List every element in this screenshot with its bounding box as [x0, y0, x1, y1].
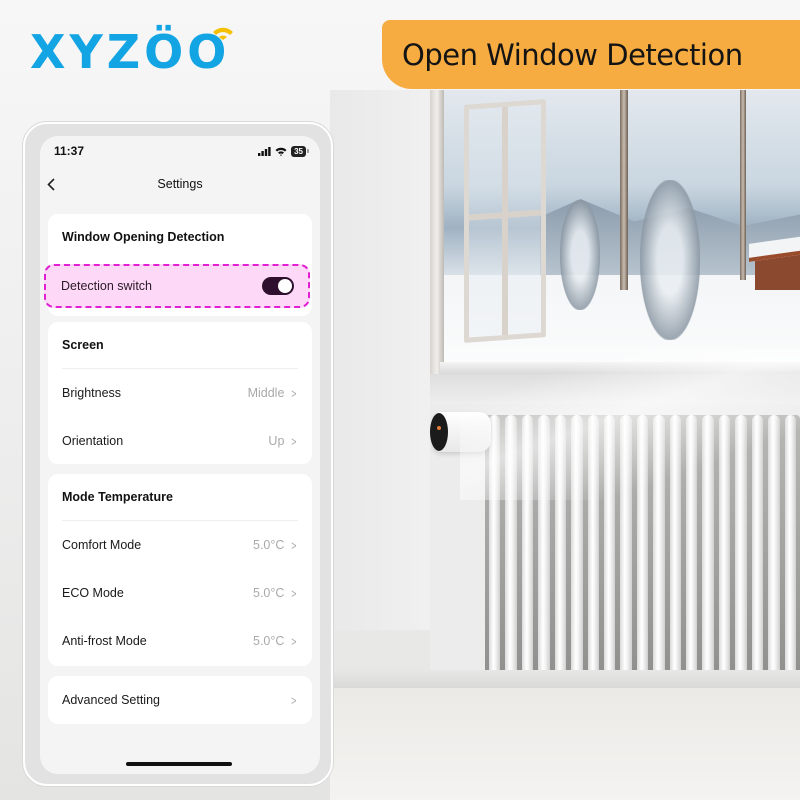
row-label: Brightness	[62, 386, 122, 400]
skirting-board	[330, 670, 800, 688]
chevron-right-icon: >	[291, 537, 297, 553]
tree-trunk	[740, 90, 746, 280]
detection-switch-row[interactable]: Detection switch	[44, 264, 310, 308]
eco-mode-row[interactable]: ECO Mode 5.0°C >	[48, 569, 312, 617]
phone-frame: 11:37 35 Settings Window Opening Detecti…	[23, 122, 333, 786]
toggle-knob	[278, 279, 292, 293]
orientation-row[interactable]: Orientation Up >	[48, 417, 312, 465]
cellular-signal-icon	[258, 146, 271, 156]
chevron-left-icon	[47, 177, 55, 191]
brightness-row[interactable]: Brightness Middle >	[48, 369, 312, 417]
row-value: Middle	[247, 386, 285, 400]
advanced-setting-card: Advanced Setting >	[48, 676, 312, 724]
row-label: Orientation	[62, 434, 124, 448]
window-frame	[430, 90, 444, 380]
advanced-setting-row[interactable]: Advanced Setting >	[48, 676, 312, 724]
chevron-right-icon: >	[291, 692, 297, 708]
room-scene	[330, 90, 800, 800]
nav-bar: Settings	[40, 170, 320, 198]
logo-text: XYZÖO	[30, 25, 231, 79]
chevron-right-icon: >	[291, 633, 297, 649]
detection-toggle[interactable]	[262, 277, 294, 295]
wifi-icon	[275, 147, 287, 156]
chevron-right-icon: >	[291, 433, 297, 449]
row-value: 5.0°C	[253, 538, 285, 552]
battery-icon: 35	[291, 145, 309, 157]
phone-screen: 11:37 35 Settings Window Opening Detecti…	[40, 136, 320, 774]
anti-frost-mode-row[interactable]: Anti-frost Mode 5.0°C >	[48, 617, 312, 665]
cold-air-flow	[460, 350, 800, 500]
floor	[330, 688, 800, 800]
brand-logo: XYZÖO	[30, 25, 233, 79]
row-label: Comfort Mode	[62, 538, 142, 552]
detection-switch-label: Detection switch	[61, 279, 153, 293]
home-indicator[interactable]	[126, 762, 232, 766]
thermostat-display	[430, 413, 448, 451]
status-bar: 11:37 35	[40, 136, 320, 166]
open-window-sash	[464, 99, 546, 343]
headline-text: Open Window Detection	[402, 37, 743, 72]
snowy-tree	[560, 200, 600, 310]
tree-trunk	[620, 90, 628, 290]
page-title: Settings	[157, 177, 203, 191]
wall	[330, 90, 430, 630]
row-label: ECO Mode	[62, 586, 124, 600]
row-label: Anti-frost Mode	[62, 634, 147, 648]
section-title: Window Opening Detection	[62, 230, 225, 244]
back-button[interactable]	[40, 170, 62, 198]
wifi-signal-icon	[213, 27, 233, 40]
row-value: 5.0°C	[253, 634, 285, 648]
cabin	[755, 250, 800, 290]
section-title: Screen	[62, 338, 104, 352]
section-title: Mode Temperature	[62, 490, 173, 504]
row-value: 5.0°C	[253, 586, 285, 600]
chevron-right-icon: >	[291, 585, 297, 601]
row-label: Advanced Setting	[62, 693, 160, 707]
mode-temperature-card: Mode Temperature Comfort Mode 5.0°C > EC…	[48, 474, 312, 666]
status-time: 11:37	[54, 144, 85, 158]
snowy-tree	[640, 180, 700, 340]
row-value: Up	[268, 434, 285, 448]
chevron-right-icon: >	[291, 385, 297, 401]
status-icons: 35	[258, 145, 309, 157]
headline-banner: Open Window Detection	[382, 20, 800, 89]
comfort-mode-row[interactable]: Comfort Mode 5.0°C >	[48, 521, 312, 569]
screen-card: Screen Brightness Middle > Orientation U…	[48, 322, 312, 464]
